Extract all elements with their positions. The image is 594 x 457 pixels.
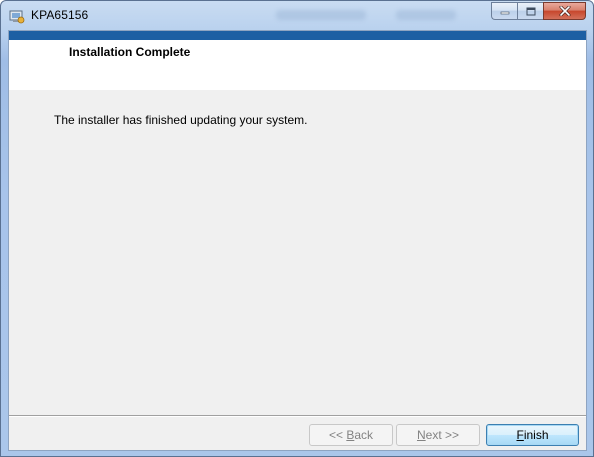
maximize-button[interactable]	[517, 2, 543, 20]
caption-buttons	[491, 2, 586, 21]
installer-window: KPA65156 Installation Complete The insta…	[0, 0, 594, 457]
finish-button-label: inish	[523, 428, 549, 442]
completion-message: The installer has finished updating your…	[54, 113, 308, 127]
back-button-prefix: <<	[328, 428, 347, 442]
close-icon	[559, 6, 570, 16]
page-title: Installation Complete	[69, 45, 191, 59]
next-button-accel: N	[416, 428, 426, 442]
dialog-header: Installation Complete	[9, 40, 586, 90]
button-separator	[9, 415, 586, 417]
minimize-icon	[500, 11, 509, 15]
back-button[interactable]: << Back	[309, 424, 393, 446]
maximize-icon	[526, 7, 535, 15]
title-bar[interactable]: KPA65156	[1, 1, 593, 30]
dialog-client-area: Installation Complete The installer has …	[8, 30, 587, 451]
next-button[interactable]: Next >>	[396, 424, 480, 446]
close-button[interactable]	[543, 2, 586, 20]
finish-button-accel: F	[516, 428, 524, 442]
title-bar-blur	[396, 10, 456, 20]
back-button-label: ack	[354, 428, 374, 442]
banner-strip	[9, 31, 586, 40]
installer-icon	[9, 10, 25, 24]
title-bar-blur	[276, 10, 366, 20]
window-title: KPA65156	[31, 8, 89, 22]
minimize-button[interactable]	[491, 2, 517, 20]
back-button-accel: B	[346, 428, 355, 442]
finish-button[interactable]: Finish	[486, 424, 579, 446]
next-button-label: ext >>	[425, 428, 460, 442]
